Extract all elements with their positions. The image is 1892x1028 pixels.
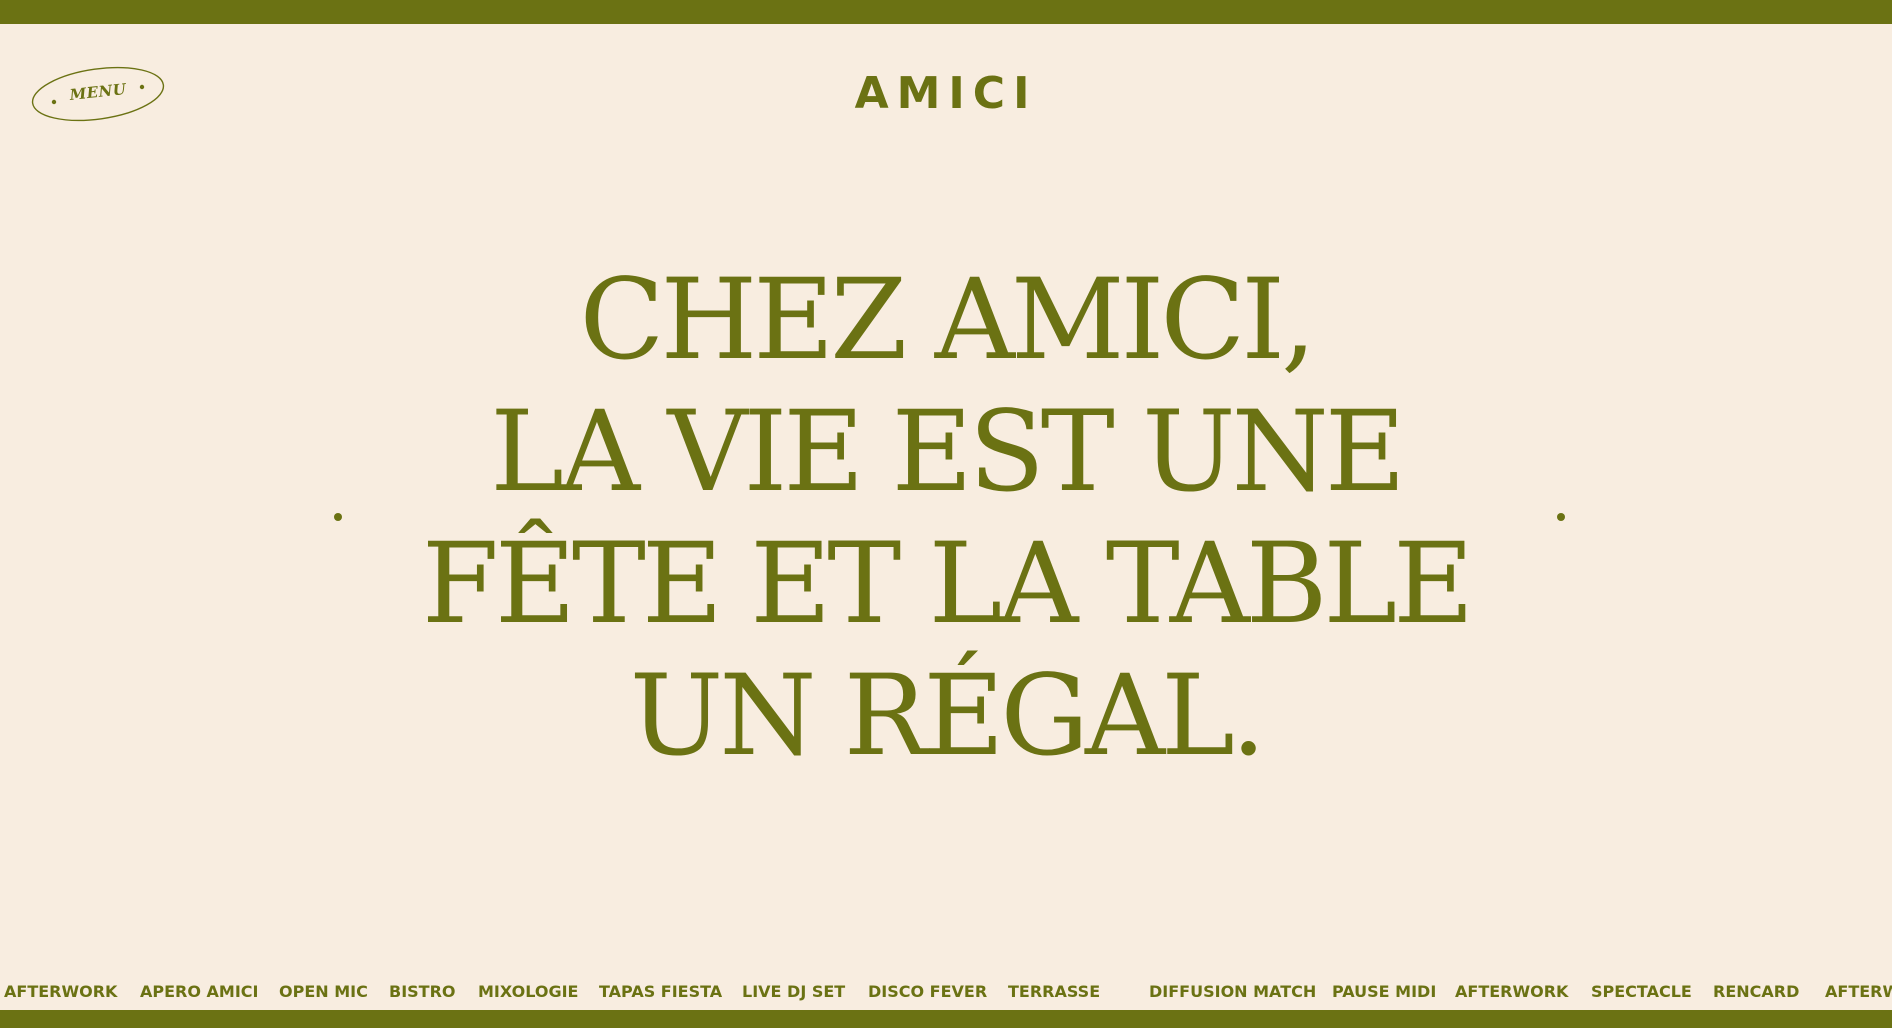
ticker-item-spectacle[interactable]: SPECTACLE	[1591, 982, 1692, 1001]
page: MENU AMICI CHEZ AMICI, LA VIE EST UNE FÊ…	[0, 0, 1892, 1028]
ticker-item-rencard[interactable]: RENCARD	[1713, 982, 1799, 1001]
hero-line-3: FÊTE ET LA TABLE	[421, 520, 1474, 649]
ticker-item-bistro[interactable]: BISTRO	[389, 982, 456, 1001]
checkered-border-bottom	[0, 1010, 1892, 1028]
ticker-item-terrasse[interactable]: TERRASSE	[1008, 982, 1100, 1001]
hero-headline: CHEZ AMICI, LA VIE EST UNE FÊTE ET LA TA…	[330, 255, 1562, 783]
ticker-item-open-mic[interactable]: OPEN MIC	[279, 982, 368, 1001]
hero-line-1: CHEZ AMICI,	[579, 256, 1317, 385]
ticker-item-disco-fever[interactable]: DISCO FEVER	[868, 982, 987, 1001]
site-logo[interactable]: AMICI	[0, 68, 1892, 119]
hero-line-2: LA VIE EST UNE	[490, 388, 1406, 517]
ticker-item-pause-midi[interactable]: PAUSE MIDI	[1332, 982, 1436, 1001]
ticker-item-apero-amici[interactable]: APERO AMICI	[140, 982, 258, 1001]
ticker-item-diffusion-match[interactable]: DIFFUSION MATCH	[1149, 982, 1316, 1001]
event-ticker: AFTERWORK APERO AMICI OPEN MIC BISTRO MI…	[0, 982, 1892, 1002]
ticker-item-live-dj-set[interactable]: LIVE DJ SET	[742, 982, 845, 1001]
ticker-item-mixologie[interactable]: MIXOLOGIE	[478, 982, 578, 1001]
checkered-border-top	[0, 0, 1892, 24]
hero-line-4: UN RÉGAL.	[629, 652, 1266, 781]
ticker-item-tapas-fiesta[interactable]: TAPAS FIESTA	[599, 982, 722, 1001]
ticker-item-afterwork-2[interactable]: AFTERWORK	[1455, 982, 1568, 1001]
ticker-item-afterwork-3[interactable]: AFTERWORK	[1825, 982, 1892, 1001]
ticker-item-afterwork[interactable]: AFTERWORK	[4, 982, 117, 1001]
